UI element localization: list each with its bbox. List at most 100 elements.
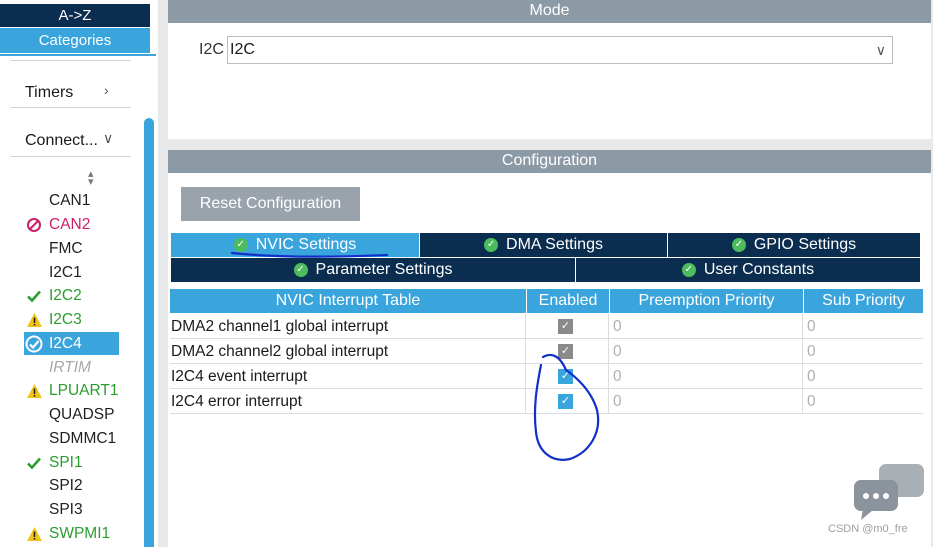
chevron-down-icon[interactable]: ∨ bbox=[103, 130, 113, 147]
check-circle-icon bbox=[24, 334, 44, 354]
peripheral-label: SDMMC1 bbox=[49, 429, 117, 447]
table-row[interactable]: DMA2 channel1 global interrupt ✓ 0 0 bbox=[170, 314, 923, 339]
enabled-checkbox[interactable]: ✓ bbox=[558, 319, 573, 334]
tab-label: User Constants bbox=[703, 261, 815, 278]
mode-select-value: I2C bbox=[230, 41, 255, 58]
peripheral-irtim[interactable]: IRTIM bbox=[24, 356, 119, 379]
panel-splitter[interactable] bbox=[158, 0, 167, 547]
peripheral-label: SPI2 bbox=[49, 476, 83, 494]
sort-arrows-icon[interactable]: ▴ ▾ bbox=[88, 169, 94, 188]
peripheral-label: I2C4 bbox=[49, 334, 82, 352]
table-row[interactable]: DMA2 channel2 global interrupt ✓ 0 0 bbox=[170, 339, 923, 364]
chevron-right-icon[interactable]: › bbox=[104, 82, 109, 98]
check-icon bbox=[24, 453, 44, 473]
column-header[interactable]: Enabled bbox=[527, 289, 609, 313]
reset-configuration-button[interactable]: Reset Configuration bbox=[181, 187, 360, 221]
peripheral-sidebar: A->Z Categories Timers › Connect... ∨ ▴ ▾… bbox=[0, 0, 158, 547]
warning-icon bbox=[24, 524, 44, 544]
column-header[interactable]: NVIC Interrupt Table bbox=[170, 289, 526, 313]
peripheral-sdmmc1[interactable]: SDMMC1 bbox=[24, 427, 119, 450]
disabled-icon bbox=[24, 215, 44, 235]
group-connectivity[interactable]: Connect... bbox=[25, 132, 98, 150]
watermark: CSDN @m0_fre bbox=[828, 523, 908, 535]
check-circle-icon: ✓ bbox=[731, 238, 746, 252]
group-timers[interactable]: Timers bbox=[25, 84, 73, 102]
peripheral-label: SPI3 bbox=[49, 500, 83, 518]
sub-priority-value[interactable]: 0 bbox=[804, 364, 923, 389]
preemption-priority-value[interactable]: 0 bbox=[610, 389, 803, 414]
preemption-priority-value[interactable]: 0 bbox=[610, 314, 803, 339]
peripheral-i2c2[interactable]: I2C2 bbox=[24, 284, 119, 307]
divider bbox=[0, 54, 156, 56]
no-status-icon bbox=[24, 263, 44, 283]
no-status-icon bbox=[24, 191, 44, 211]
peripheral-can1[interactable]: CAN1 bbox=[24, 189, 119, 212]
preemption-priority-value[interactable]: 0 bbox=[610, 339, 803, 364]
configuration-header: Configuration bbox=[168, 150, 931, 173]
sort-az-button[interactable]: A->Z bbox=[0, 4, 150, 27]
sub-priority-value[interactable]: 0 bbox=[804, 339, 923, 364]
no-status-icon bbox=[24, 405, 44, 425]
preemption-priority-value[interactable]: 0 bbox=[610, 364, 803, 389]
peripheral-i2c3[interactable]: I2C3 bbox=[24, 308, 119, 331]
peripheral-label: SWPMI1 bbox=[49, 524, 111, 542]
enabled-checkbox[interactable]: ✓ bbox=[558, 344, 573, 359]
chat-bubble-icon[interactable] bbox=[853, 463, 925, 523]
sub-priority-value[interactable]: 0 bbox=[804, 389, 923, 414]
tab-nvic-settings[interactable]: ✓ NVIC Settings bbox=[171, 233, 419, 257]
no-status-icon bbox=[24, 239, 44, 259]
peripheral-label: I2C1 bbox=[49, 263, 82, 281]
check-circle-icon: ✓ bbox=[233, 238, 248, 252]
sort-categories-button[interactable]: Categories bbox=[0, 28, 150, 53]
check-circle-icon: ✓ bbox=[484, 238, 499, 252]
peripheral-label: LPUART1 bbox=[49, 381, 119, 399]
peripheral-spi1[interactable]: SPI1 bbox=[24, 451, 119, 474]
peripheral-label: I2C3 bbox=[49, 310, 82, 328]
tab-label: GPIO Settings bbox=[753, 236, 857, 253]
tab-dma-settings[interactable]: ✓ DMA Settings bbox=[420, 233, 667, 257]
divider bbox=[10, 107, 131, 108]
table-row[interactable]: I2C4 error interrupt ✓ 0 0 bbox=[170, 389, 923, 414]
peripheral-lpuart1[interactable]: LPUART1 bbox=[24, 379, 119, 402]
peripheral-fmc[interactable]: FMC bbox=[24, 237, 119, 260]
configuration-section: Reset Configuration ✓ NVIC Settings ✓ DM… bbox=[168, 173, 931, 547]
interrupt-name: I2C4 error interrupt bbox=[170, 389, 526, 414]
interrupt-name: DMA2 channel1 global interrupt bbox=[170, 314, 526, 339]
peripheral-label: I2C2 bbox=[49, 286, 82, 304]
enabled-cell: ✓ bbox=[527, 389, 609, 414]
table-row[interactable]: I2C4 event interrupt ✓ 0 0 bbox=[170, 364, 923, 389]
mode-section: I2C I2C ∨ bbox=[168, 23, 931, 139]
check-circle-icon: ✓ bbox=[681, 263, 696, 277]
enabled-checkbox[interactable]: ✓ bbox=[558, 369, 573, 384]
peripheral-label: IRTIM bbox=[49, 358, 91, 376]
no-status-icon bbox=[24, 429, 44, 449]
peripheral-spi3[interactable]: SPI3 bbox=[24, 498, 119, 521]
column-header[interactable]: Preemption Priority bbox=[610, 289, 803, 313]
peripheral-i2c4[interactable]: I2C4 bbox=[24, 332, 119, 355]
interrupt-name: I2C4 event interrupt bbox=[170, 364, 526, 389]
group-label: Timers bbox=[25, 84, 74, 101]
mode-header: Mode bbox=[168, 0, 931, 23]
peripheral-spi2[interactable]: SPI2 bbox=[24, 474, 119, 497]
tab-user-constants[interactable]: ✓ User Constants bbox=[576, 258, 920, 282]
peripheral-can2[interactable]: CAN2 bbox=[24, 213, 119, 236]
tab-gpio-settings[interactable]: ✓ GPIO Settings bbox=[668, 233, 920, 257]
sidebar-scrollbar-thumb[interactable] bbox=[144, 118, 154, 547]
enabled-checkbox[interactable]: ✓ bbox=[558, 394, 573, 409]
tab-label: DMA Settings bbox=[506, 236, 603, 253]
warning-icon bbox=[24, 381, 44, 401]
enabled-cell: ✓ bbox=[527, 314, 609, 339]
tab-parameter-settings[interactable]: ✓ Parameter Settings bbox=[171, 258, 575, 282]
peripheral-i2c1[interactable]: I2C1 bbox=[24, 261, 119, 284]
peripheral-label: FMC bbox=[49, 239, 83, 257]
i2c-mode-select[interactable]: I2C ∨ bbox=[227, 36, 893, 64]
sub-priority-value[interactable]: 0 bbox=[804, 314, 923, 339]
enabled-cell: ✓ bbox=[527, 339, 609, 364]
peripheral-swpmi1[interactable]: SWPMI1 bbox=[24, 522, 119, 545]
peripheral-quadspi[interactable]: QUADSP bbox=[24, 403, 119, 426]
settings-panel: Mode I2C I2C ∨ Configuration Reset Confi… bbox=[167, 0, 933, 547]
column-header[interactable]: Sub Priority bbox=[804, 289, 923, 313]
peripheral-label: CAN2 bbox=[49, 215, 91, 233]
no-status-icon bbox=[24, 500, 44, 520]
divider bbox=[10, 156, 131, 157]
